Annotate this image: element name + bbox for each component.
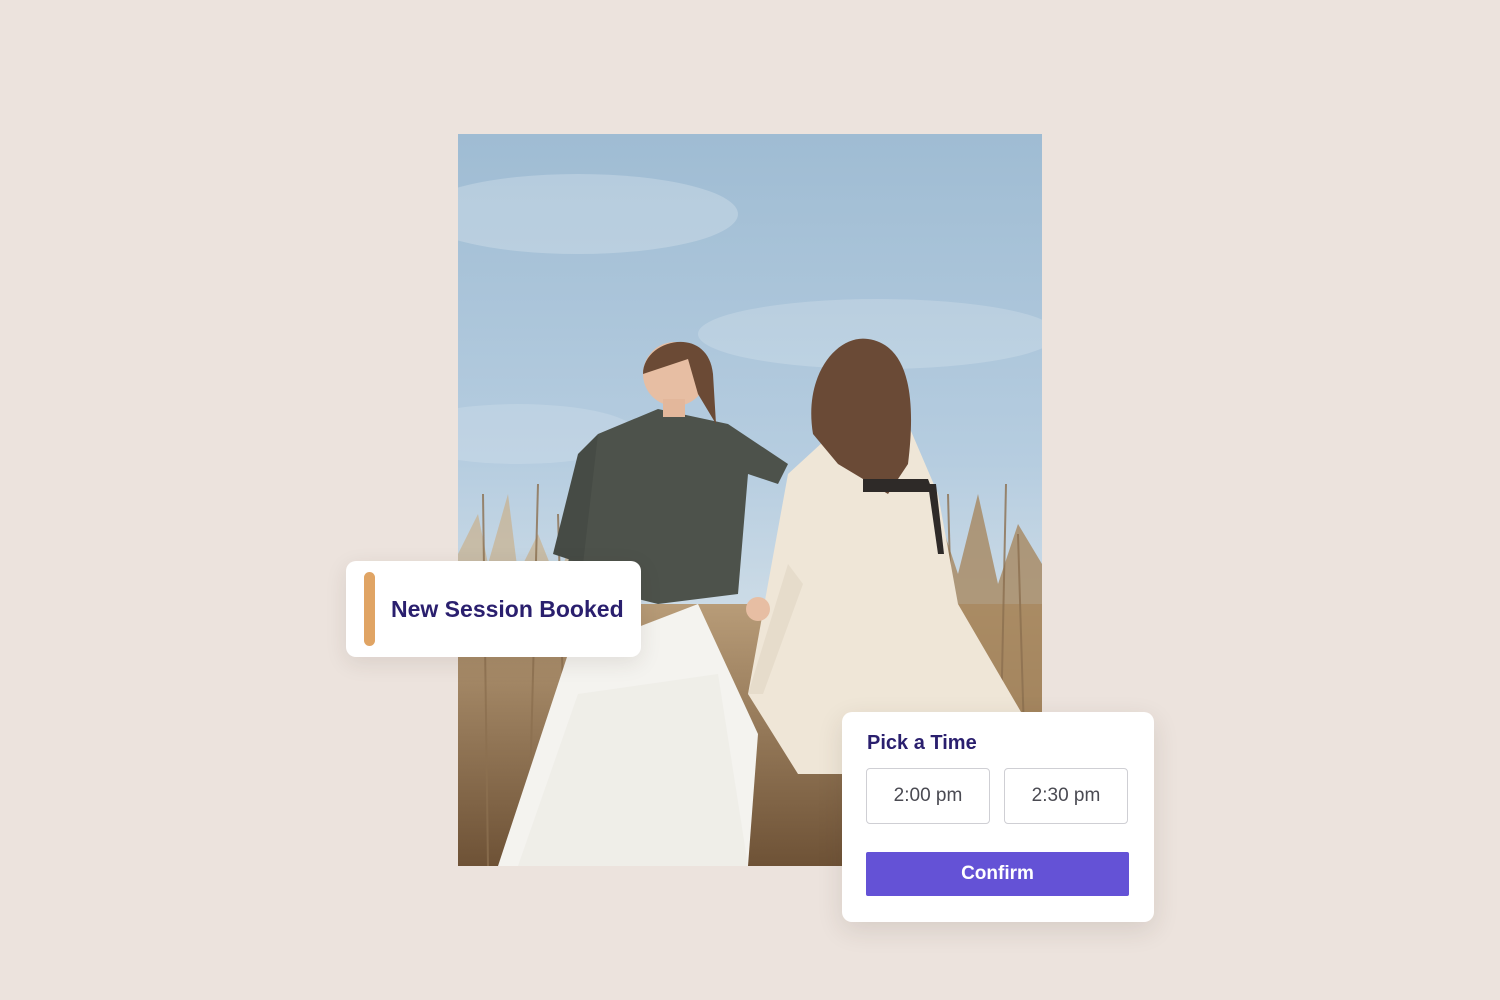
time-slot-button[interactable]: 2:00 pm (866, 768, 990, 824)
time-picker-heading: Pick a Time (867, 732, 977, 754)
time-slot-button[interactable]: 2:30 pm (1004, 768, 1128, 824)
time-picker-card: Pick a Time 2:00 pm 2:30 pm Confirm (842, 712, 1154, 922)
notification-accent-bar (364, 572, 375, 646)
notification-title: New Session Booked (391, 596, 624, 622)
confirm-button[interactable]: Confirm (866, 852, 1129, 896)
session-booked-notification: New Session Booked (346, 561, 641, 657)
marketing-stage: New Session Booked Pick a Time 2:00 pm 2… (0, 0, 1500, 1000)
